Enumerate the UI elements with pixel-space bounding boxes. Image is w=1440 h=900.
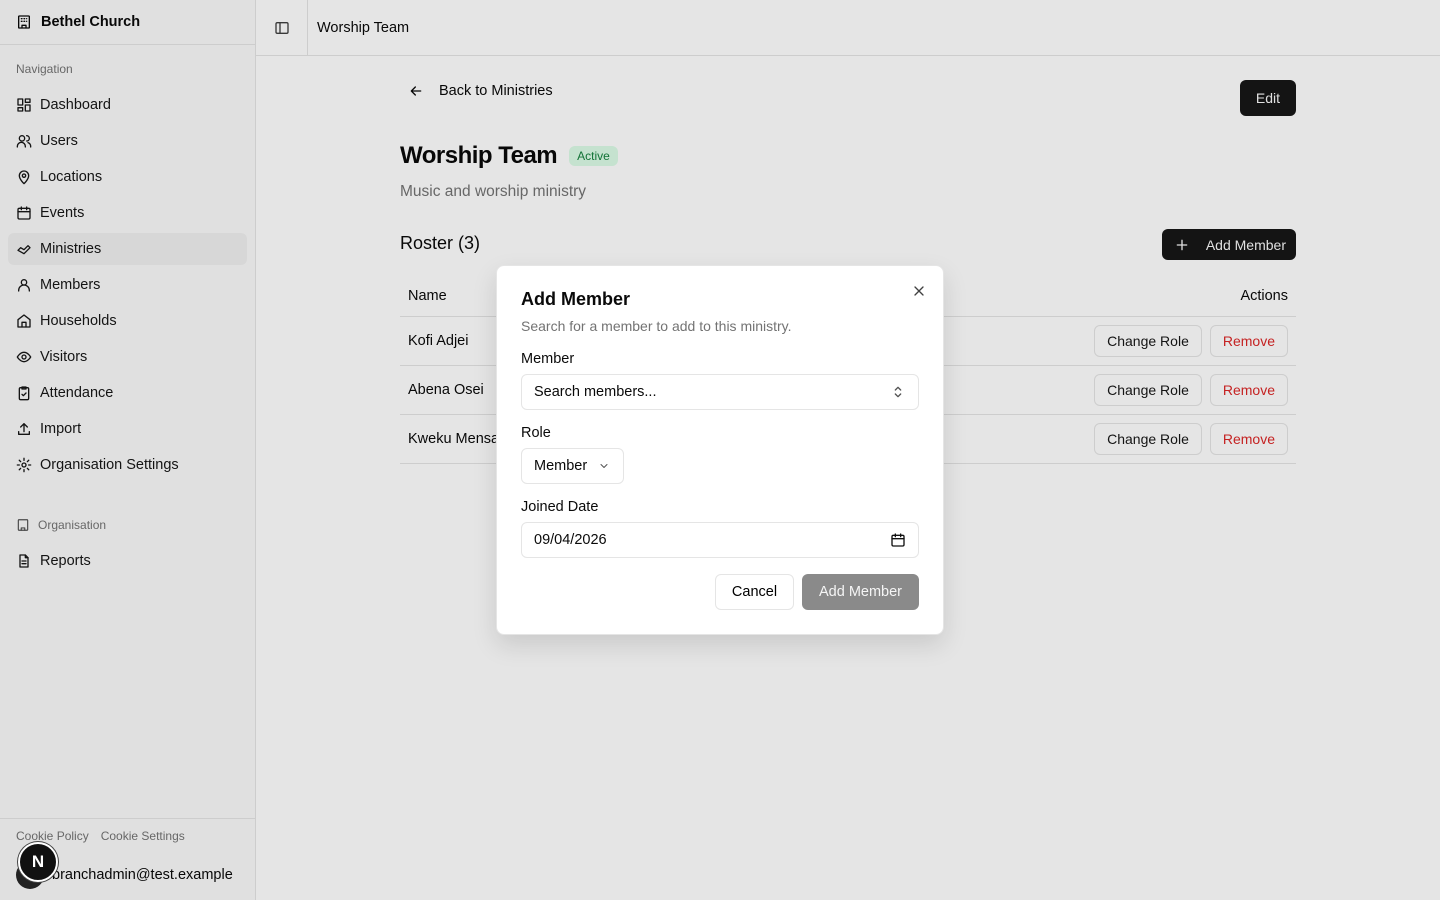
member-combobox[interactable]: Search members... — [521, 374, 919, 410]
chevrons-up-down-icon — [890, 384, 906, 400]
next-dev-badge[interactable]: N — [18, 842, 58, 882]
member-label: Member — [521, 351, 575, 367]
role-label: Role — [521, 425, 551, 441]
cancel-button[interactable]: Cancel — [715, 574, 794, 610]
role-select-value: Member — [534, 458, 588, 474]
member-combobox-placeholder: Search members... — [534, 384, 657, 400]
joined-date-label: Joined Date — [521, 499, 599, 515]
dialog-description: Search for a member to add to this minis… — [521, 318, 792, 334]
add-member-dialog: Add Member Search for a member to add to… — [496, 265, 944, 635]
add-member-submit-button[interactable]: Add Member — [802, 574, 919, 610]
joined-date-input[interactable]: 09/04/2026 — [521, 522, 919, 558]
joined-date-value: 09/04/2026 — [534, 532, 607, 548]
role-select[interactable]: Member — [521, 448, 624, 484]
chevron-down-icon — [598, 460, 610, 472]
calendar-icon[interactable] — [890, 532, 906, 548]
dialog-title: Add Member — [521, 289, 631, 309]
close-icon[interactable] — [911, 283, 927, 299]
